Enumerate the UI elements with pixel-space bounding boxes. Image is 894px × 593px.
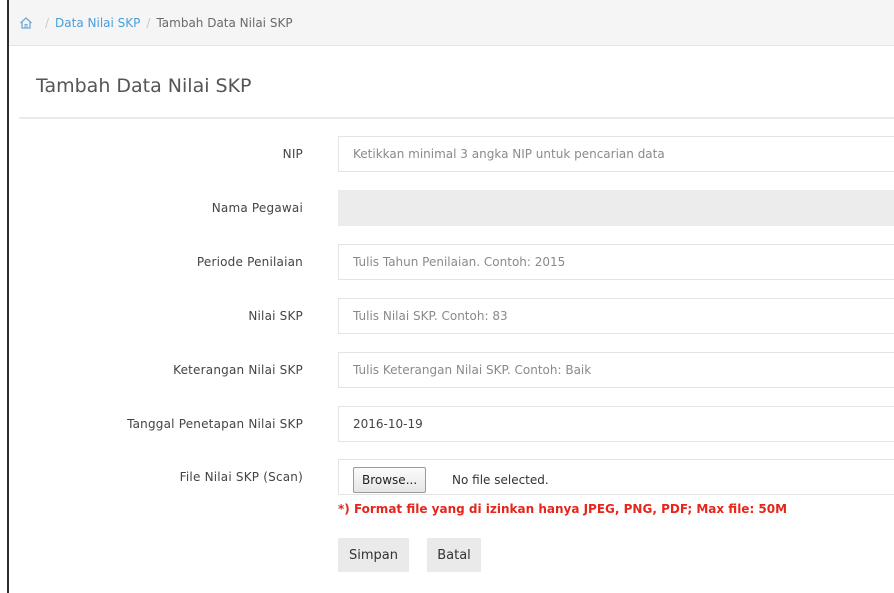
file-format-note: *) Format file yang di izinkan hanya JPE… [338,502,788,516]
divider [19,118,894,119]
nilai-skp-label: Nilai SKP [248,309,303,323]
form-row-nama-pegawai: Nama Pegawai [9,190,894,226]
periode-penilaian-input[interactable] [338,244,894,280]
form-row-periode-penilaian: Periode Penilaian [9,244,894,280]
browse-button[interactable]: Browse... [353,467,427,493]
nilai-skp-input[interactable] [338,298,894,334]
tanggal-penetapan-label: Tanggal Penetapan Nilai SKP [127,417,303,431]
file-nilai-skp-label: File Nilai SKP (Scan) [179,470,303,484]
form-row-nilai-skp: Nilai SKP [9,298,894,334]
nama-pegawai-label: Nama Pegawai [211,201,303,215]
save-button[interactable]: Simpan [338,538,409,572]
home-icon[interactable] [19,16,33,30]
periode-penilaian-label: Periode Penilaian [196,255,303,269]
form-row-keterangan-nilai-skp: Keterangan Nilai SKP [9,352,894,388]
breadcrumb-current: Tambah Data Nilai SKP [156,15,293,30]
form-row-tanggal-penetapan: Tanggal Penetapan Nilai SKP [9,406,894,442]
keterangan-nilai-skp-label: Keterangan Nilai SKP [173,363,303,377]
page-title: Tambah Data Nilai SKP [36,74,252,97]
panel-header: Tambah Data Nilai SKP [19,54,894,118]
keterangan-nilai-skp-input[interactable] [338,352,894,388]
cancel-button[interactable]: Batal [427,538,481,572]
breadcrumb-separator: / [45,15,50,30]
file-status-text: No file selected. [452,473,549,487]
breadcrumb: / Data Nilai SKP / Tambah Data Nilai SKP [9,0,894,46]
nip-input[interactable] [338,136,894,172]
nip-label: NIP [282,147,303,161]
tanggal-penetapan-input[interactable] [338,406,894,442]
nama-pegawai-input [338,190,894,226]
form-row-nip: NIP [9,136,894,172]
breadcrumb-link-data-nilai-skp[interactable]: Data Nilai SKP [55,16,140,30]
page: / Data Nilai SKP / Tambah Data Nilai SKP… [9,0,894,593]
breadcrumb-separator: / [146,15,151,30]
